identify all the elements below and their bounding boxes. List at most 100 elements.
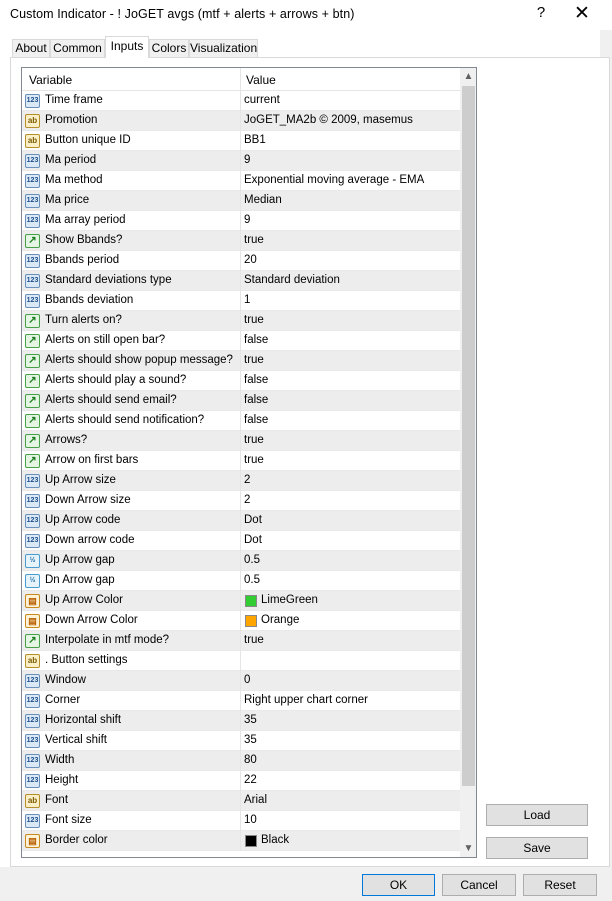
table-row[interactable]: ½ Dn Arrow gap 0.5 <box>22 571 460 591</box>
table-row[interactable]: 123 Vertical shift 35 <box>22 731 460 751</box>
cell-divider <box>240 411 241 431</box>
variable-value[interactable]: true <box>244 234 264 246</box>
table-row[interactable]: ↗ Interpolate in mtf mode? true <box>22 631 460 651</box>
cancel-button[interactable]: Cancel <box>442 874 516 896</box>
variable-value[interactable]: 0.5 <box>244 554 260 566</box>
variable-value[interactable]: 10 <box>244 814 257 826</box>
integer-type-icon: 123 <box>25 214 40 228</box>
save-button[interactable]: Save <box>486 837 588 859</box>
ok-button[interactable]: OK <box>362 874 435 896</box>
tab-about[interactable]: About <box>12 39 50 57</box>
table-row[interactable]: ↗ Alerts should show popup message? true <box>22 351 460 371</box>
column-separator[interactable] <box>240 68 241 91</box>
table-row[interactable]: ab Button unique ID BB1 <box>22 131 460 151</box>
variable-value[interactable]: false <box>244 414 268 426</box>
table-row[interactable]: 123 Height 22 <box>22 771 460 791</box>
table-row[interactable]: ▤ Border color Black <box>22 831 460 851</box>
variable-value[interactable]: Median <box>244 194 282 206</box>
variable-value[interactable]: LimeGreen <box>261 594 318 606</box>
help-button[interactable]: ? <box>534 4 548 21</box>
variable-value[interactable]: Exponential moving average - EMA <box>244 174 424 186</box>
table-row[interactable]: ▤ Up Arrow Color LimeGreen <box>22 591 460 611</box>
variable-value[interactable]: Dot <box>244 534 262 546</box>
variable-value[interactable]: 0 <box>244 674 250 686</box>
variable-value[interactable]: Orange <box>261 614 299 626</box>
reset-button[interactable]: Reset <box>523 874 597 896</box>
variable-value[interactable]: 35 <box>244 714 257 726</box>
variable-value[interactable]: false <box>244 374 268 386</box>
variable-value[interactable]: BB1 <box>244 134 266 146</box>
column-header-value[interactable]: Value <box>246 73 276 87</box>
load-button[interactable]: Load <box>486 804 588 826</box>
table-row[interactable]: 123 Down Arrow size 2 <box>22 491 460 511</box>
table-row[interactable]: 123 Bbands period 20 <box>22 251 460 271</box>
variable-value[interactable]: 9 <box>244 214 250 226</box>
table-row[interactable]: ab Font Arial <box>22 791 460 811</box>
variable-value[interactable]: current <box>244 94 280 106</box>
variable-name: Turn alerts on? <box>45 314 122 326</box>
grid-vertical-scrollbar[interactable]: ▲ ▼ <box>460 68 476 857</box>
table-row[interactable]: 123 Window 0 <box>22 671 460 691</box>
scroll-down-arrow-icon[interactable]: ▼ <box>460 840 476 857</box>
variable-value[interactable]: 22 <box>244 774 257 786</box>
variable-value[interactable]: 35 <box>244 734 257 746</box>
variable-value[interactable]: false <box>244 394 268 406</box>
variable-value[interactable]: JoGET_MA2b © 2009, masemus <box>244 114 413 126</box>
table-row[interactable]: ↗ Turn alerts on? true <box>22 311 460 331</box>
table-row[interactable]: ↗ Alerts should send email? false <box>22 391 460 411</box>
table-row[interactable]: 123 Width 80 <box>22 751 460 771</box>
variable-value[interactable]: true <box>244 454 264 466</box>
variable-value[interactable]: 1 <box>244 294 250 306</box>
table-row[interactable]: 123 Ma price Median <box>22 191 460 211</box>
scroll-thumb[interactable] <box>462 86 475 786</box>
table-row[interactable]: 123 Ma period 9 <box>22 151 460 171</box>
scroll-up-arrow-icon[interactable]: ▲ <box>460 68 476 85</box>
table-row[interactable]: 123 Font size 10 <box>22 811 460 831</box>
variable-value[interactable]: true <box>244 634 264 646</box>
table-row[interactable]: 123 Time frame current <box>22 91 460 111</box>
table-row[interactable]: ↗ Alerts should play a sound? false <box>22 371 460 391</box>
table-row[interactable]: 123 Bbands deviation 1 <box>22 291 460 311</box>
table-row[interactable]: ↗ Alerts on still open bar? false <box>22 331 460 351</box>
variable-value[interactable]: 2 <box>244 494 250 506</box>
variable-value[interactable]: 2 <box>244 474 250 486</box>
table-row[interactable]: 123 Up Arrow code Dot <box>22 511 460 531</box>
variable-value[interactable]: Dot <box>244 514 262 526</box>
variable-value[interactable]: true <box>244 314 264 326</box>
table-row[interactable]: ↗ Arrow on first bars true <box>22 451 460 471</box>
variable-value[interactable]: 9 <box>244 154 250 166</box>
color-type-icon: ▤ <box>25 594 40 608</box>
variable-value[interactable]: Black <box>261 834 289 846</box>
table-row[interactable]: ab . Button settings <box>22 651 460 671</box>
table-row[interactable]: 123 Ma array period 9 <box>22 211 460 231</box>
tab-inputs[interactable]: Inputs <box>105 36 149 58</box>
variable-value[interactable]: 0.5 <box>244 574 260 586</box>
table-row[interactable]: 123 Ma method Exponential moving average -… <box>22 171 460 191</box>
table-row[interactable]: 123 Standard deviations type Standard devi… <box>22 271 460 291</box>
tab-common[interactable]: Common <box>50 39 105 57</box>
variable-value[interactable]: true <box>244 434 264 446</box>
table-row[interactable]: ▤ Down Arrow Color Orange <box>22 611 460 631</box>
table-row[interactable]: ab Promotion JoGET_MA2b © 2009, masemus <box>22 111 460 131</box>
variable-name: Bbands period <box>45 254 120 266</box>
table-row[interactable]: 123 Up Arrow size 2 <box>22 471 460 491</box>
table-row[interactable]: ↗ Show Bbands? true <box>22 231 460 251</box>
table-row[interactable]: ½ Up Arrow gap 0.5 <box>22 551 460 571</box>
tab-visualization[interactable]: Visualization <box>189 39 258 57</box>
close-button[interactable]: ✕ <box>572 2 592 25</box>
variable-value[interactable]: Right upper chart corner <box>244 694 368 706</box>
variable-value[interactable]: 80 <box>244 754 257 766</box>
table-row[interactable]: 123 Corner Right upper chart corner <box>22 691 460 711</box>
variable-value[interactable]: Arial <box>244 794 267 806</box>
table-row[interactable]: ↗ Alerts should send notification? false <box>22 411 460 431</box>
tab-colors[interactable]: Colors <box>149 39 189 57</box>
window-title: Custom Indicator - ! JoGET avgs (mtf + a… <box>10 7 355 21</box>
variable-value[interactable]: false <box>244 334 268 346</box>
table-row[interactable]: 123 Horizontal shift 35 <box>22 711 460 731</box>
column-header-variable[interactable]: Variable <box>29 73 72 87</box>
variable-value[interactable]: true <box>244 354 264 366</box>
table-row[interactable]: 123 Down arrow code Dot <box>22 531 460 551</box>
variable-value[interactable]: 20 <box>244 254 257 266</box>
table-row[interactable]: ↗ Arrows? true <box>22 431 460 451</box>
variable-value[interactable]: Standard deviation <box>244 274 340 286</box>
